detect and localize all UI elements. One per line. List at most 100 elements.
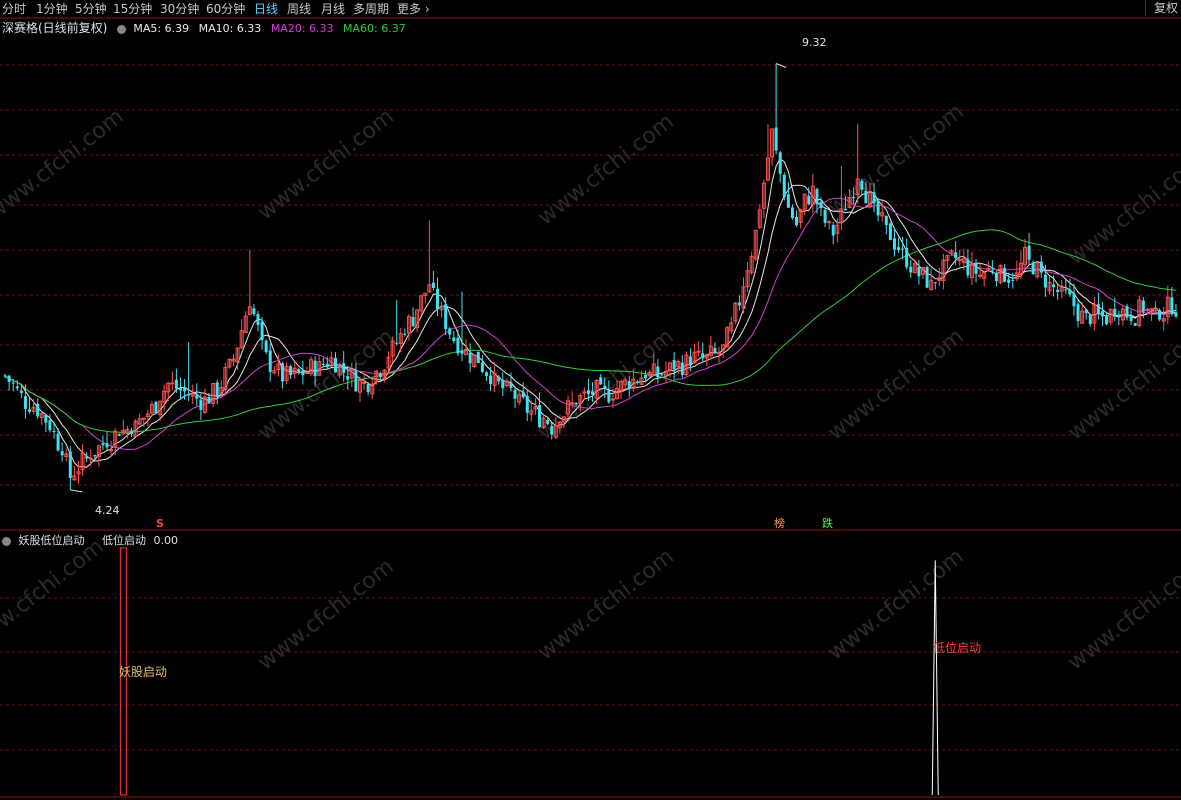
candle-body [484,372,488,376]
candle-body [843,208,847,211]
candle-body [264,340,268,352]
candle-body [954,252,958,258]
candle-body [778,152,782,174]
candle-body [680,362,684,375]
candle-body [1068,289,1072,295]
candle-body [1043,274,1047,288]
candle-body [1141,300,1145,312]
watermark-text: www.cfchi.com [253,554,398,675]
candle-body [325,363,329,368]
candle-body [187,394,191,396]
candle-body [627,381,631,389]
candle-body [550,426,554,435]
candle-body [304,371,309,374]
candle-body [1158,310,1162,320]
candle-body [1101,311,1105,317]
candle-body [774,127,778,151]
watermark-text: www.cfchi.com [533,544,678,665]
candle-body [599,377,603,385]
candle-body [925,266,929,288]
low-pointer [70,489,83,493]
candle-body [268,350,272,372]
candle-body [1174,312,1178,317]
candle-body [888,223,892,241]
signal-label-diwei: 低位启动 [933,640,981,655]
candle-body [289,366,293,376]
candle-body [909,266,913,273]
candle-body [117,434,121,436]
candle-body [819,202,823,209]
candle-body [860,180,864,190]
candle-body [68,451,72,478]
candle-body [101,443,105,446]
candle-body [807,195,811,205]
candle-body [892,238,896,250]
candle-body [497,376,501,382]
candle-body [815,188,819,205]
candle-body [1170,297,1174,315]
candle-body [513,389,517,399]
signal-spike-diwei [931,560,939,796]
candle-body [456,337,460,354]
candle-body [452,337,456,341]
candle-body [957,259,962,262]
candle-body [183,387,187,392]
candle-body [321,363,325,365]
candle-body [864,190,868,204]
candle-body [60,451,64,456]
candle-body [215,382,219,397]
candle-body [342,363,346,373]
ma10-line [4,184,1177,462]
watermark-text: www.cfchi.com [0,534,109,655]
watermark-text: www.cfchi.com [823,324,968,445]
candle-body [444,304,448,330]
candle-body [36,403,40,417]
candle-body [525,395,529,413]
candle-body [256,313,260,325]
candle-body [1039,261,1043,273]
watermark-text: www.cfchi.com [1063,324,1181,445]
candle-body [546,419,550,424]
candle-body [790,207,794,219]
candle-body [966,259,970,276]
candle-body [737,302,741,306]
candle-body [109,449,114,452]
candle-body [313,360,317,377]
candle-body [574,402,578,405]
candle-body [260,321,264,341]
candle-body [23,396,27,409]
candle-body [990,270,994,272]
die-marker: 跌 [822,516,833,530]
candle-body [872,192,876,204]
candle-body [480,362,484,373]
candle-body [1133,323,1137,326]
candle-body [509,382,513,389]
candle-body [48,420,52,431]
candle-body [448,328,452,335]
high-price-label: 9.32 [802,36,827,49]
candle-body [688,356,692,365]
candle-body [130,430,134,435]
candle-body [1113,308,1117,317]
candle-body [11,382,15,384]
candle-body [1003,267,1007,282]
candle-body [1076,304,1080,322]
candle-body [1052,284,1056,288]
candle-body [1084,309,1088,314]
candle-body [823,209,827,223]
candle-body [1056,289,1060,292]
candle-body [334,357,338,373]
watermark-text: www.cfchi.com [1063,554,1181,675]
candle-body [354,370,358,392]
candle-body [1105,315,1109,325]
candle-body [362,381,367,384]
candle-body [1117,314,1121,318]
stock-chart[interactable]: www.cfchi.com www.cfchi.com www.cfchi.com w… [0,0,1181,800]
candle-body [521,391,525,398]
candle-body [207,396,211,404]
candle-body [672,359,676,370]
candle-body [1072,293,1076,307]
candle-body [346,376,350,380]
candle-body [901,248,905,250]
candle-body [468,352,472,364]
